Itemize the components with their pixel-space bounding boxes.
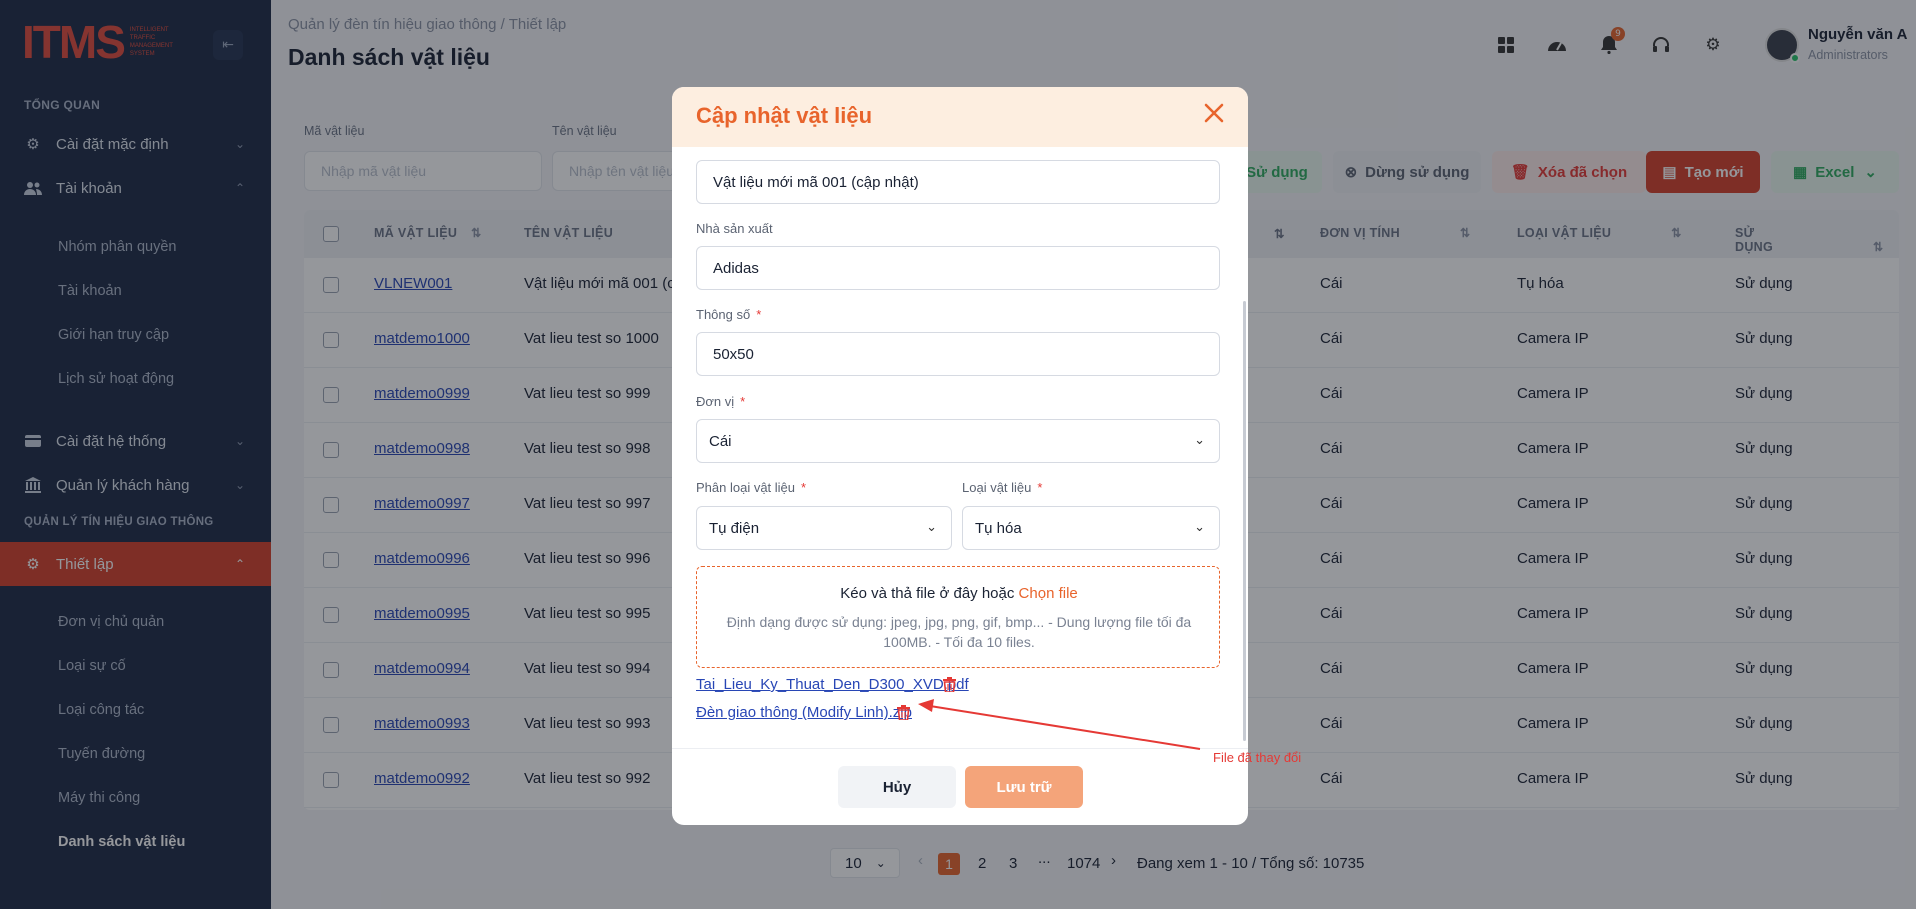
annotation-arrow (918, 699, 1201, 750)
annotation-text: File đã thay đổi (1213, 750, 1302, 765)
